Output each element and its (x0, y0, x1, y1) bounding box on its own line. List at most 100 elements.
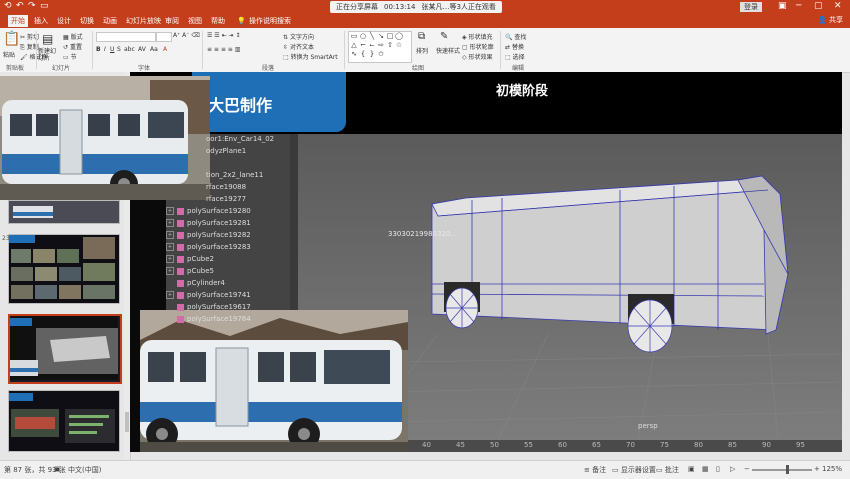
elbow-icon[interactable]: ⌐ (359, 42, 367, 49)
slide-thumbnail[interactable] (8, 200, 120, 224)
bold-button[interactable]: B (96, 46, 101, 53)
underline-button[interactable]: U (110, 46, 114, 53)
brace-close-icon[interactable]: } (368, 51, 376, 58)
line-icon[interactable]: ╲ (368, 33, 376, 40)
spacing-button[interactable]: AV (138, 46, 146, 53)
outliner-item[interactable]: oor1:Env_Car14_02 (206, 134, 274, 145)
undo-icon[interactable]: ↶ (16, 1, 24, 11)
right-arrow-icon[interactable]: ⇨ (377, 42, 385, 49)
outliner-item[interactable]: + pCube5 (166, 266, 214, 277)
maximize-icon[interactable]: ▢ (814, 1, 823, 11)
outliner-item[interactable]: + polySurface19741 (166, 290, 251, 301)
tab-slideshow[interactable]: 幻灯片放映 (123, 15, 164, 27)
display-settings-button[interactable]: ▭ 显示器设置 (612, 465, 656, 475)
quick-styles-button[interactable]: 快速样式 (436, 46, 460, 55)
outliner-item[interactable]: polySurface19764 (166, 314, 251, 325)
tab-design[interactable]: 设计 (54, 15, 74, 27)
slide-thumbnail[interactable]: 23 (2, 234, 120, 304)
font-size-select[interactable] (156, 32, 172, 42)
tab-animations[interactable]: 动画 (100, 15, 120, 27)
share-button[interactable]: 👤 共享 (818, 15, 843, 25)
zoom-level[interactable]: 125% (822, 465, 842, 473)
outliner-item[interactable]: rface19088 (206, 182, 246, 193)
outliner-item[interactable]: + polySurface19280 (166, 206, 251, 217)
section-button[interactable]: ▭ 节 (63, 52, 77, 61)
scrollbar-thumb[interactable] (125, 412, 129, 432)
stage-heading[interactable]: 初模阶段 (496, 80, 548, 99)
shape-outline-button[interactable]: ▢ 形状轮廓 (462, 42, 494, 51)
present-icon[interactable]: ▭ (40, 1, 49, 11)
paste-button[interactable]: 粘贴 (3, 50, 15, 59)
comments-button[interactable]: ▭ 批注 (656, 465, 679, 475)
circle-icon[interactable]: ◯ (395, 33, 403, 40)
language-indicator[interactable]: 中文(中国) (68, 465, 101, 475)
tab-transitions[interactable]: 切换 (77, 15, 97, 27)
expand-toggle-icon[interactable]: + (166, 219, 174, 227)
expand-toggle-icon[interactable]: + (166, 243, 174, 251)
smartart-button[interactable]: ⬚ 转换为 SmartArt (283, 52, 338, 61)
outliner-item[interactable]: tion_2x2_lane11 (206, 170, 263, 181)
expand-toggle-icon[interactable]: + (166, 267, 174, 275)
font-family-select[interactable] (96, 32, 156, 42)
new-slide-button[interactable]: 新建幻灯片 (38, 48, 60, 62)
outliner-item[interactable]: pCylinder4 (166, 278, 225, 289)
tell-me-search[interactable]: 操作说明搜索 (246, 15, 294, 27)
align-text-button[interactable]: ⇳ 对齐文本 (283, 42, 314, 51)
expand-toggle-icon[interactable]: + (166, 291, 174, 299)
curve-icon[interactable]: ∿ (350, 51, 358, 58)
login-button[interactable]: 登录 (740, 2, 762, 12)
redo-icon[interactable]: ↷ (28, 1, 36, 11)
tab-insert[interactable]: 插入 (31, 15, 51, 27)
zoom-in-icon[interactable]: + (814, 465, 820, 473)
outliner-item[interactable]: + polySurface19281 (166, 218, 251, 229)
outliner-item[interactable]: polySurface19617 (166, 302, 251, 313)
grow-font-icon[interactable]: A⁺ A⁻ ⌫ (173, 32, 200, 39)
reset-button[interactable]: ↺ 重置 (63, 42, 82, 51)
square-icon[interactable]: □ (386, 33, 394, 40)
paste-icon[interactable]: 📋 (3, 31, 20, 47)
arrow-icon[interactable]: ↘ (377, 33, 385, 40)
normal-view-icon[interactable]: ▣ (688, 465, 695, 473)
star-icon[interactable]: ☆ (395, 42, 403, 49)
outliner-item[interactable]: + polySurface19282 (166, 230, 251, 241)
layout-button[interactable]: ▦ 版式 (63, 32, 83, 41)
slide-thumbnail-current[interactable] (8, 314, 122, 384)
tab-home[interactable]: 开始 (8, 15, 28, 27)
slideshow-icon[interactable]: ▷ (730, 465, 735, 473)
slide-sorter-icon[interactable]: ▦ (702, 465, 709, 473)
outliner-item[interactable]: odyzPlane1 (206, 146, 246, 157)
expand-toggle-icon[interactable]: + (166, 207, 174, 215)
tab-help[interactable]: 帮助 (208, 15, 228, 27)
strikethrough-button[interactable]: abc (124, 46, 135, 53)
shape-fill-button[interactable]: ◈ 形状填充 (462, 32, 493, 41)
zoom-slider-thumb[interactable] (786, 465, 789, 474)
replace-button[interactable]: ⇄ 替换 (505, 42, 524, 51)
autosave-icon[interactable]: ⟲ (4, 1, 12, 11)
arrange-icon[interactable]: ⧉ (418, 31, 425, 42)
spellcheck-icon[interactable]: ▣ (54, 465, 61, 473)
shape-effects-button[interactable]: ◇ 形状效果 (462, 52, 493, 61)
font-color-icon[interactable]: A (163, 46, 167, 53)
minimize-icon[interactable]: ─ (796, 1, 801, 11)
close-icon[interactable]: ✕ (834, 1, 842, 11)
shapes-gallery[interactable]: ▭ ○ ╲ ↘ □ ◯ △ ⌐ ⌙ ⇨ ⇧ ☆ ∿ { } ✩ (348, 31, 412, 63)
expand-toggle-icon[interactable]: + (166, 231, 174, 239)
italic-button[interactable]: I (104, 46, 106, 53)
triangle-icon[interactable]: △ (350, 42, 358, 49)
zoom-out-icon[interactable]: − (744, 465, 750, 473)
outliner-item[interactable]: rface19277 (206, 194, 246, 205)
slide-title[interactable]: 大巴制作 (208, 92, 272, 116)
bullets-icon[interactable]: ☰ ☰ ⇤ ⇥ ↕ (207, 32, 240, 39)
ribbon-display-icon[interactable]: ▣ (778, 1, 787, 11)
zoom-slider[interactable] (752, 469, 812, 471)
slide-thumbnail[interactable] (8, 390, 120, 452)
arrange-button[interactable]: 排列 (416, 46, 428, 55)
find-button[interactable]: 🔍 查找 (505, 32, 526, 41)
brace-icon[interactable]: { (359, 51, 367, 58)
star-small-icon[interactable]: ✩ (377, 51, 385, 58)
new-slide-icon[interactable]: ▤ (42, 32, 53, 46)
shadow-button[interactable]: S (117, 46, 121, 53)
oval-icon[interactable]: ○ (359, 33, 367, 40)
rectangle-icon[interactable]: ▭ (350, 33, 358, 40)
tab-review[interactable]: 审阅 (162, 15, 182, 27)
